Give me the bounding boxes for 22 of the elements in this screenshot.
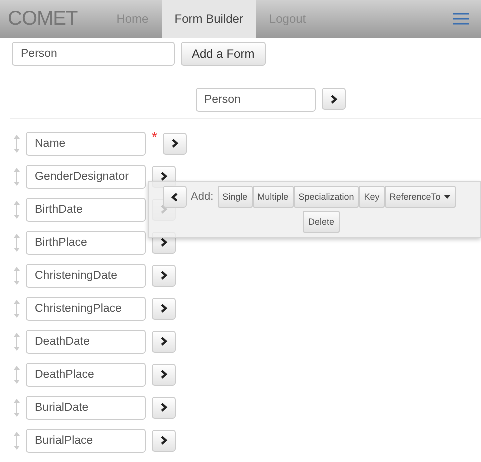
add-type-button[interactable]: Specialization — [294, 186, 360, 208]
form-name-field[interactable]: Person — [12, 42, 175, 66]
field-name-field[interactable]: BirthDate — [26, 198, 146, 222]
add-form-button[interactable]: Add a Form — [181, 42, 266, 66]
field-name-field[interactable]: DeathPlace — [26, 362, 146, 386]
form-title-field[interactable]: Person — [196, 88, 316, 112]
field-name-field[interactable]: ChristeningPlace — [26, 296, 146, 320]
field-name-field[interactable]: DeathDate — [26, 330, 146, 354]
add-type-button[interactable]: Multiple — [252, 186, 294, 208]
add-label: Add: — [191, 191, 214, 203]
field-name-field[interactable]: Name — [26, 132, 146, 156]
required-marker: * — [152, 129, 158, 145]
delete-button[interactable]: Delete — [303, 211, 340, 233]
dropdown-button[interactable]: ReferenceTo — [384, 186, 456, 208]
field-name-field[interactable]: ChristeningDate — [26, 264, 146, 288]
add-type-button[interactable]: Key — [359, 186, 385, 208]
field-name-field[interactable]: BurialDate — [26, 396, 146, 420]
field-name-field[interactable]: BurialPlace — [26, 428, 146, 452]
add-type-button[interactable]: Single — [218, 186, 253, 208]
field-name-field[interactable]: BirthPlace — [26, 230, 146, 254]
nav-tab[interactable]: Form Builder — [162, 0, 256, 38]
field-name-field[interactable]: GenderDesignator — [26, 164, 146, 188]
